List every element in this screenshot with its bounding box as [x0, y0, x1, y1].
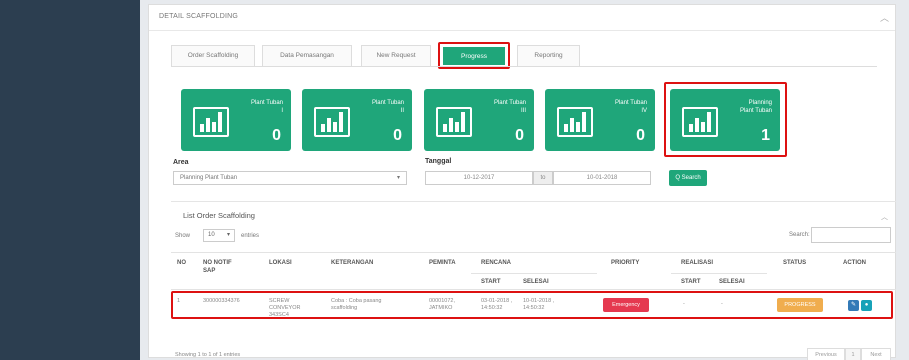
th-action: ACTION — [843, 260, 866, 266]
card-label: Plant Tuban II — [371, 100, 404, 114]
panel-title: DETAIL SCAFFOLDING — [159, 13, 239, 20]
caret-down-icon: ▾ — [396, 175, 400, 181]
th-rencana-start[interactable]: START — [481, 278, 501, 286]
th-no[interactable]: NO — [177, 259, 186, 267]
date-to-input[interactable]: 10-01-2018 — [553, 171, 651, 185]
header-top-border — [171, 252, 896, 253]
list-title: List Order Scaffolding — [183, 211, 255, 220]
card-count: 0 — [393, 127, 402, 144]
th-realisasi-start[interactable]: START — [681, 278, 701, 286]
bar-chart-icon — [436, 107, 472, 137]
th-realisasi-selesai[interactable]: SELESAI — [719, 278, 745, 286]
card-plant-tuban-2[interactable]: Plant Tuban II 0 — [302, 89, 412, 151]
tab-order-scaffolding[interactable]: Order Scaffolding — [171, 45, 255, 67]
main-content: DETAIL SCAFFOLDING ︿ Order Scaffolding D… — [140, 0, 909, 360]
card-plant-tuban-4[interactable]: Plant Tuban IV 0 — [545, 89, 655, 151]
realisasi-subheader-border — [671, 273, 767, 274]
date-from-input[interactable]: 10-12-2017 — [425, 171, 533, 185]
tab-new-request[interactable]: New Request — [361, 45, 431, 67]
area-label: Area — [173, 159, 189, 166]
tanggal-label: Tanggal — [425, 158, 452, 165]
previous-button[interactable]: Previous — [807, 348, 845, 360]
th-keterangan[interactable]: KETERANGAN — [331, 259, 373, 267]
divider — [149, 30, 895, 31]
card-count: 0 — [636, 127, 645, 144]
table-search-input[interactable] — [811, 227, 891, 243]
area-select[interactable]: Planning Plant Tuban ▾ — [173, 171, 407, 185]
tab-data-pemasangan[interactable]: Data Pemasangan — [262, 45, 352, 67]
card-label: Plant Tuban I — [250, 100, 283, 114]
entries-value: 10 — [208, 232, 215, 238]
th-peminta[interactable]: PEMINTA — [429, 259, 456, 267]
th-priority[interactable]: PRIORITY — [611, 259, 639, 267]
caret-down-icon: ▾ — [226, 232, 230, 238]
card-count: 0 — [272, 127, 281, 144]
sidebar — [0, 0, 140, 360]
tab-reporting[interactable]: Reporting — [517, 45, 580, 67]
card-count: 0 — [515, 127, 524, 144]
header-bottom-border — [171, 289, 896, 290]
card-label: Plant Tuban III — [493, 100, 526, 114]
highlight-box — [171, 291, 893, 319]
card-plant-tuban-3[interactable]: Plant Tuban III 0 — [424, 89, 534, 151]
entries-label: entries — [241, 233, 260, 239]
search-button[interactable]: Q Search — [669, 170, 707, 186]
chevron-up-icon[interactable]: ︿ — [881, 212, 888, 222]
bar-chart-icon — [193, 107, 229, 137]
tab-divider — [171, 66, 877, 67]
entries-select[interactable]: 10 ▾ — [203, 229, 235, 242]
to-label: to — [533, 171, 553, 185]
th-lokasi[interactable]: LOKASI — [269, 259, 292, 267]
table-search-label: Search: — [789, 232, 810, 238]
th-rencana: RENCANA — [481, 260, 511, 266]
bar-chart-icon — [314, 107, 350, 137]
th-rencana-selesai[interactable]: SELESAI — [523, 278, 549, 286]
rencana-subheader-border — [471, 273, 597, 274]
next-button[interactable]: Next — [861, 348, 891, 360]
area-value: Planning Plant Tuban — [180, 175, 238, 181]
table-info: Showing 1 to 1 of 1 entries — [175, 352, 241, 358]
show-label: Show — [175, 233, 191, 239]
chevron-up-icon[interactable]: ︿ — [880, 11, 889, 24]
card-plant-tuban-1[interactable]: Plant Tuban I 0 — [181, 89, 291, 151]
page-1-button[interactable]: 1 — [845, 348, 861, 360]
th-status[interactable]: STATUS — [783, 259, 806, 267]
highlight-box — [664, 82, 787, 157]
highlight-box — [438, 42, 510, 69]
card-label: Plant Tuban IV — [614, 100, 647, 114]
bar-chart-icon — [557, 107, 593, 137]
th-no-notif[interactable]: NO NOTIF SAP — [203, 259, 232, 275]
th-realisasi: REALISASI — [681, 260, 714, 266]
detail-panel: DETAIL SCAFFOLDING ︿ Order Scaffolding D… — [148, 4, 896, 360]
list-box: List Order Scaffolding ︿ Show 10 ▾ entri… — [171, 201, 896, 360]
